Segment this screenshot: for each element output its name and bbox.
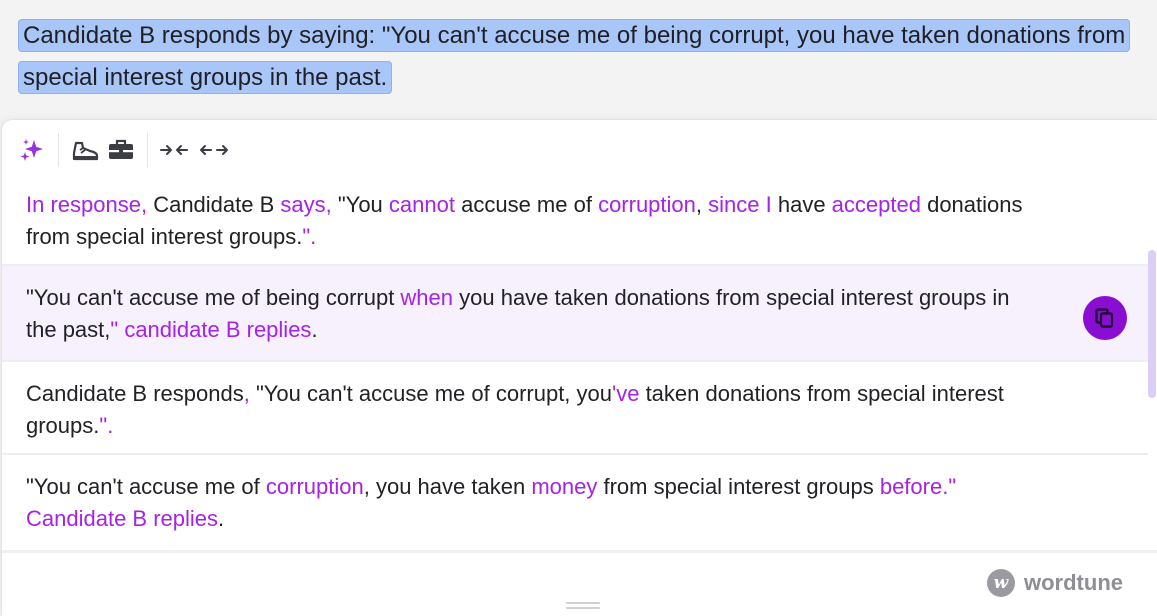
changed-text: says,	[280, 192, 332, 217]
suggestion-text: "You can't accuse me of being corrupt wh…	[26, 282, 1046, 346]
unchanged-text: "You can't accuse me of corrupt, you	[249, 381, 613, 406]
shorten-button[interactable]	[156, 132, 192, 168]
expand-arrows-icon	[200, 145, 228, 155]
unchanged-text: accuse me of	[454, 192, 599, 217]
footer-divider	[2, 550, 1157, 553]
changed-text: ".	[99, 413, 114, 438]
changed-text: corruption	[265, 474, 364, 499]
changed-text: money	[531, 474, 598, 499]
suggestion-text: In response, Candidate B says, "You cann…	[26, 189, 1046, 253]
unchanged-text: "You can't accuse me of	[26, 474, 266, 499]
rewrite-button[interactable]	[14, 132, 50, 168]
brand-name: wordtune	[1024, 570, 1123, 595]
unchanged-text: "You	[331, 192, 389, 217]
changed-text: when	[400, 285, 454, 310]
suggestion-item[interactable]: "You can't accuse me of corruption, you …	[2, 455, 1148, 550]
casual-button[interactable]	[67, 132, 103, 168]
wordtune-logo-icon: w	[987, 569, 1015, 597]
changed-text: 've	[612, 381, 640, 406]
resize-handle[interactable]	[566, 602, 600, 612]
unchanged-text: ,	[695, 192, 709, 217]
toolbar	[2, 120, 1157, 180]
changed-text: ".	[302, 224, 317, 249]
selection-highlight[interactable]: Candidate B responds by saying: "You can…	[18, 19, 1131, 94]
suggestions-list: In response, Candidate B says, "You cann…	[2, 180, 1148, 550]
unchanged-text: , you have taken	[363, 474, 532, 499]
expand-button[interactable]	[196, 132, 232, 168]
unchanged-text: from special interest groups	[597, 474, 880, 499]
changed-text: accepted	[831, 192, 921, 217]
sneaker-icon	[72, 141, 99, 161]
briefcase-icon	[109, 139, 133, 159]
copy-icon	[1095, 308, 1114, 328]
page: Candidate B responds by saying: "You can…	[0, 0, 1157, 616]
wordtune-brand[interactable]: w wordtune	[987, 569, 1123, 597]
scrollbar-thumb[interactable]	[1148, 250, 1156, 398]
unchanged-text: .	[218, 506, 225, 531]
changed-text: In response,	[26, 192, 148, 217]
unchanged-text: "You can't accuse me of being corrupt	[26, 285, 401, 310]
changed-text: corruption	[598, 192, 696, 217]
toolbar-divider	[147, 133, 148, 167]
changed-text: cannot	[388, 192, 455, 217]
wordtune-panel: In response, Candidate B says, "You cann…	[2, 120, 1157, 616]
unchanged-text: .	[311, 317, 318, 342]
unchanged-text: have	[771, 192, 832, 217]
changed-text: since I	[708, 192, 772, 217]
suggestion-item[interactable]: In response, Candidate B says, "You cann…	[2, 180, 1148, 266]
suggestion-item[interactable]: Candidate B responds, "You can't accuse …	[2, 362, 1148, 455]
shorten-arrows-icon	[160, 145, 188, 155]
suggestion-text: "You can't accuse me of corruption, you …	[26, 471, 1046, 535]
changed-text: " candidate B replies	[110, 317, 312, 342]
unchanged-text: Candidate B responds	[26, 381, 244, 406]
selected-source-text[interactable]: Candidate B responds by saying: "You can…	[18, 15, 1131, 99]
toolbar-divider	[58, 133, 59, 167]
sparkles-icon	[20, 139, 43, 161]
unchanged-text: Candidate B	[147, 192, 281, 217]
copy-button[interactable]	[1083, 296, 1127, 340]
suggestion-text: Candidate B responds, "You can't accuse …	[26, 378, 1046, 442]
formal-button[interactable]	[103, 132, 139, 168]
suggestion-item-hovered[interactable]: "You can't accuse me of being corrupt wh…	[2, 266, 1148, 362]
